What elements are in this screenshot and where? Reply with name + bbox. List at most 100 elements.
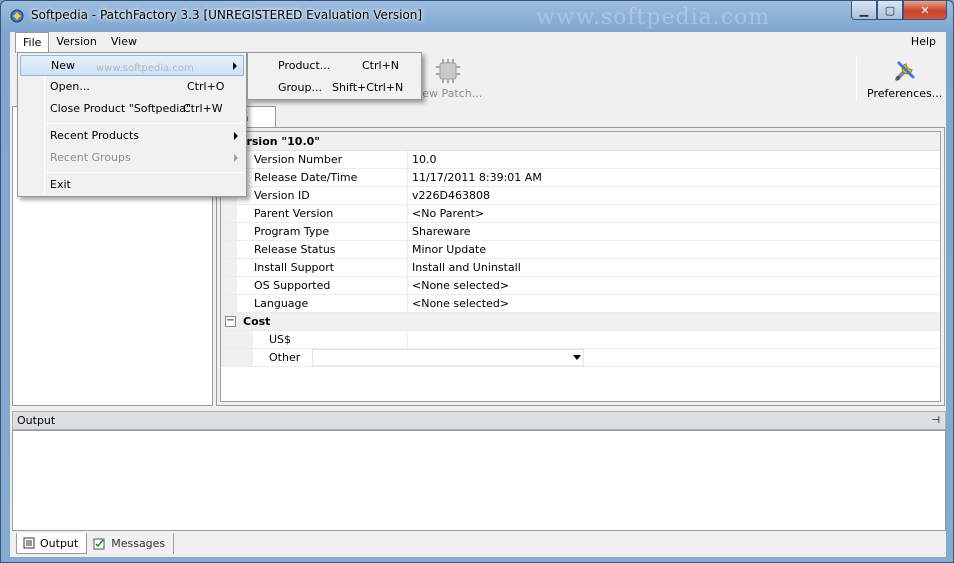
- other-currency-select[interactable]: [312, 349, 584, 366]
- menu-item-new-group-shortcut: Shift+Ctrl+N: [332, 81, 404, 94]
- property-row[interactable]: Release Status Minor Update: [221, 241, 940, 259]
- output-panel-title: Output: [17, 414, 56, 427]
- maximize-button[interactable]: ▢: [877, 1, 903, 20]
- menu-item-exit-label: Exit: [50, 178, 71, 191]
- row-gutter: [221, 349, 253, 366]
- property-name: Release Status: [237, 241, 408, 258]
- property-name: OS Supported: [237, 277, 408, 294]
- watermark: www.softpedia.com: [536, 5, 771, 30]
- property-name: Parent Version: [237, 205, 408, 222]
- title-bar[interactable]: Softpedia - PatchFactory 3.3 [UNREGISTER…: [1, 1, 953, 31]
- menu-item-new[interactable]: New www.softpedia.com: [20, 55, 244, 76]
- property-value[interactable]: v226D463808: [408, 187, 940, 204]
- row-gutter: [221, 331, 253, 348]
- menu-version-label: Version: [56, 35, 97, 48]
- chevron-right-icon: [234, 154, 238, 162]
- menu-item-new-group-label: Group...: [278, 81, 322, 94]
- menu-item-recent-groups[interactable]: Recent Groups: [20, 148, 244, 169]
- new-patch-label: New Patch...: [414, 87, 483, 100]
- pin-icon[interactable]: ⊣: [931, 415, 940, 426]
- tab-output[interactable]: Output: [16, 533, 88, 554]
- menu-item-close-product-label: Close Product "Softpedia": [50, 102, 192, 115]
- menu-bar: File Version View Help: [10, 32, 946, 53]
- property-row[interactable]: Release Date/Time 11/17/2011 8:39:01 AM: [221, 169, 940, 187]
- cost-category-label: Cost: [243, 315, 271, 328]
- property-value[interactable]: Install and Uninstall: [408, 259, 940, 276]
- menu-help[interactable]: Help: [911, 35, 936, 48]
- property-row-usd[interactable]: US$: [221, 331, 940, 349]
- tab-messages[interactable]: Messages: [87, 533, 175, 554]
- tools-icon: [892, 58, 918, 87]
- property-value[interactable]: <None selected>: [408, 277, 940, 294]
- property-value-usd[interactable]: [408, 331, 940, 348]
- menu-item-open[interactable]: Open... Ctrl+O: [20, 77, 244, 98]
- menu-item-new-label: New: [51, 59, 75, 72]
- menu-item-new-product-label: Product...: [278, 59, 331, 72]
- menu-item-recent-groups-label: Recent Groups: [50, 151, 131, 164]
- minimize-button[interactable]: ▁: [851, 1, 877, 20]
- tab-messages-label: Messages: [111, 537, 166, 550]
- property-row[interactable]: Version ID v226D463808: [221, 187, 940, 205]
- property-row[interactable]: Parent Version <No Parent>: [221, 205, 940, 223]
- property-row[interactable]: Program Type Shareware: [221, 223, 940, 241]
- menu-item-new-group[interactable]: Group... Shift+Ctrl+N: [250, 77, 419, 98]
- row-gutter: [221, 241, 237, 258]
- row-gutter: [221, 277, 237, 294]
- property-value[interactable]: Shareware: [408, 223, 940, 240]
- chevron-right-icon: [234, 132, 238, 140]
- row-gutter: [221, 259, 237, 276]
- row-gutter: [221, 223, 237, 240]
- menu-view[interactable]: View: [104, 32, 144, 53]
- messages-icon: [93, 537, 106, 550]
- new-patch-button[interactable]: New Patch...: [414, 58, 482, 100]
- menu-item-open-label: Open...: [50, 80, 90, 93]
- property-name: US$: [253, 331, 408, 348]
- menu-separator: [46, 172, 244, 173]
- menu-item-new-product[interactable]: Product... Ctrl+N: [250, 55, 419, 76]
- output-icon: [23, 537, 35, 549]
- menu-item-open-shortcut: Ctrl+O: [187, 80, 225, 93]
- chevron-right-icon: [233, 62, 237, 70]
- property-row[interactable]: Language <None selected>: [221, 295, 940, 313]
- app-icon: [9, 8, 25, 24]
- property-value[interactable]: 11/17/2011 8:39:01 AM: [408, 169, 940, 186]
- property-row-other[interactable]: Other: [221, 349, 940, 367]
- property-value[interactable]: Minor Update: [408, 241, 940, 258]
- version-editor: ersion "10.0" Version Number 10.0 Release…: [216, 127, 945, 406]
- menu-separator: [46, 123, 244, 124]
- menu-item-recent-products-label: Recent Products: [50, 129, 140, 142]
- row-gutter: [221, 205, 237, 222]
- new-submenu: Product... Ctrl+N Group... Shift+Ctrl+N: [247, 52, 422, 100]
- property-row[interactable]: Install Support Install and Uninstall: [221, 259, 940, 277]
- minimize-icon: ▁: [859, 3, 869, 17]
- menu-item-close-product[interactable]: Close Product "Softpedia" Ctrl+W: [20, 99, 244, 120]
- close-icon: ✕: [920, 3, 930, 17]
- property-name: Language: [237, 295, 408, 312]
- property-value[interactable]: <No Parent>: [408, 205, 940, 222]
- tab-output-label: Output: [40, 536, 79, 550]
- menu-item-close-product-shortcut: Ctrl+W: [183, 102, 223, 115]
- chevron-down-icon[interactable]: [573, 355, 581, 360]
- window-controls: ▁ ▢ ✕: [851, 1, 947, 21]
- cost-category-row: − Cost: [221, 313, 940, 331]
- menu-version[interactable]: Version: [49, 32, 103, 53]
- menu-file[interactable]: File: [15, 32, 50, 53]
- preferences-label: Preferences...: [867, 87, 943, 100]
- property-row[interactable]: Version Number 10.0: [221, 151, 940, 169]
- property-value[interactable]: <None selected>: [408, 295, 940, 312]
- property-value[interactable]: 10.0: [408, 151, 940, 168]
- bottom-tab-strip: Output Messages: [12, 533, 175, 555]
- property-row[interactable]: OS Supported <None selected>: [221, 277, 940, 295]
- close-button[interactable]: ✕: [903, 1, 947, 20]
- output-log[interactable]: [12, 430, 946, 531]
- preferences-button[interactable]: Preferences...: [867, 58, 942, 100]
- menu-item-recent-products[interactable]: Recent Products: [20, 126, 244, 147]
- menu-watermark: www.softpedia.com: [96, 63, 194, 74]
- menu-item-exit[interactable]: Exit: [20, 175, 244, 196]
- property-name: Program Type: [237, 223, 408, 240]
- collapse-icon[interactable]: −: [225, 316, 236, 327]
- property-name: Version ID: [237, 187, 408, 204]
- app-window: Softpedia - PatchFactory 3.3 [UNREGISTER…: [0, 0, 954, 563]
- property-name: Install Support: [237, 259, 408, 276]
- property-grid: ersion "10.0" Version Number 10.0 Release…: [220, 131, 941, 402]
